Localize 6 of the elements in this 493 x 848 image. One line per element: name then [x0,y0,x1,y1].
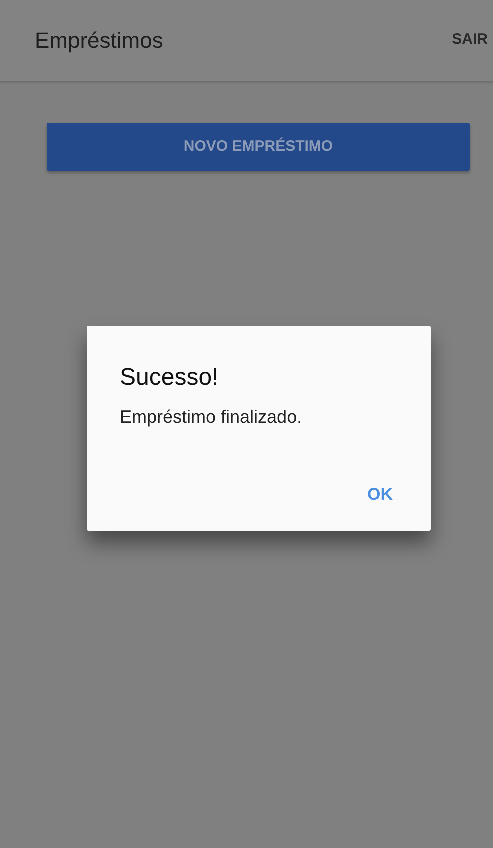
dialog-message: Empréstimo finalizado. [120,406,304,429]
app-title: Empréstimos [35,27,164,55]
new-loan-button[interactable]: NOVO EMPRÉSTIMO [47,123,470,171]
logout-button[interactable]: SAIR [452,29,488,52]
dialog-title: Sucesso! [120,363,220,393]
ok-button[interactable]: OK [364,482,397,507]
